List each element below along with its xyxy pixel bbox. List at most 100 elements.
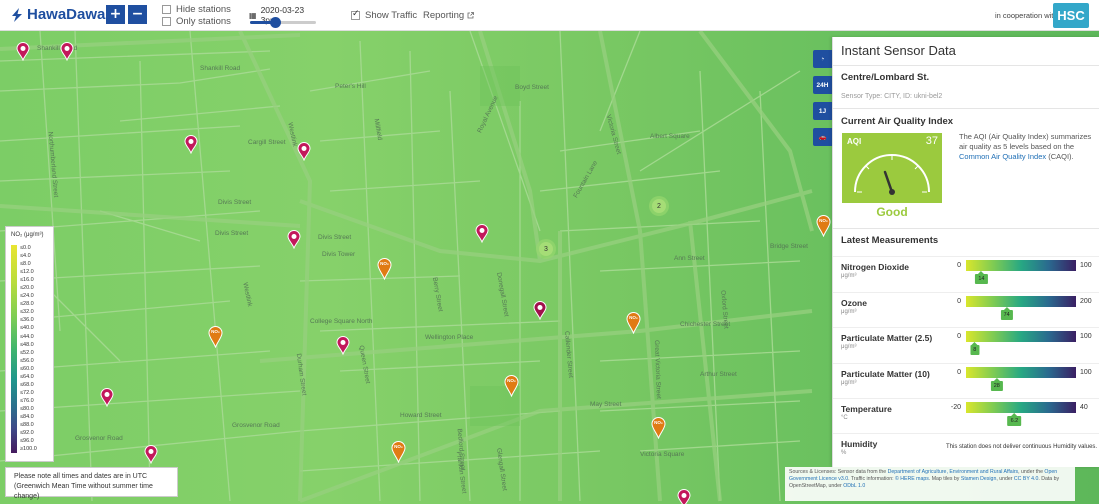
station-cluster[interactable]: 2 — [649, 196, 669, 216]
show-traffic-checkbox[interactable]: Show Traffic — [351, 9, 418, 21]
legend-item: ≤72.0 — [20, 389, 34, 396]
tab-traffic[interactable]: 🚗 — [813, 128, 832, 146]
reporting-link[interactable]: Reporting — [423, 10, 475, 21]
measurement-name: Particulate Matter (2.5) — [841, 333, 933, 343]
panel-title: Instant Sensor Data — [841, 43, 956, 58]
sources-text: , under — [996, 476, 1014, 482]
no2-sensor-marker[interactable]: NO₂ — [391, 441, 406, 463]
measurements-heading: Latest Measurements — [841, 235, 939, 246]
no2-sensor-marker[interactable]: NO₂ — [208, 326, 223, 348]
no2-badge-label: NO₂ — [629, 315, 638, 320]
station-pin[interactable] — [287, 230, 301, 249]
no2-sensor-marker[interactable]: NO₂ — [651, 417, 666, 439]
legend-item: ≤8.0 — [20, 261, 31, 268]
hide-stations-checkbox[interactable]: Hide stations — [162, 4, 231, 15]
measurement-unit: μg/m³ — [841, 273, 857, 279]
zoom-out-button[interactable]: − — [128, 5, 147, 24]
checkbox-icon — [162, 5, 171, 14]
measurement-unit: °C — [841, 415, 848, 421]
measurement-value-tag: 28 — [990, 378, 1003, 391]
no2-badge-label: NO₂ — [507, 378, 516, 383]
station-cluster[interactable]: 3 — [536, 239, 556, 259]
aqi-gauge-card: AQI 37 — [842, 133, 942, 203]
stamen-link[interactable]: Stamen Design — [961, 476, 996, 482]
scale-min: 0 — [957, 333, 961, 340]
station-filters: Hide stations Only stations — [162, 4, 231, 27]
station-pin[interactable] — [60, 42, 74, 61]
no2-badge-label: NO₂ — [380, 261, 389, 266]
station-pin[interactable] — [677, 489, 691, 504]
odbl-link[interactable]: ODbL 1.0 — [843, 483, 865, 489]
cluster-count: 2 — [652, 199, 666, 213]
sources-text: . Map tiles by — [928, 476, 961, 482]
legend-item: ≤48.0 — [20, 341, 34, 348]
daera-link[interactable]: Department of Agriculture, Environment a… — [888, 469, 1019, 475]
legend-item: ≤36.0 — [20, 317, 34, 324]
no2-sensor-marker[interactable]: NO₂ — [816, 215, 831, 237]
measurement-row-ozone: Ozone μg/m³ 0 200 74 — [833, 292, 1099, 328]
station-name: Centre/Lombard St. — [841, 72, 930, 83]
time-slider-handle[interactable] — [270, 17, 282, 28]
cc-by-link[interactable]: CC BY 4.0 — [1014, 476, 1038, 482]
station-pin[interactable] — [297, 142, 311, 161]
map-pin-icon — [287, 230, 301, 249]
legend-item: ≤44.0 — [20, 333, 34, 340]
no2-badge-label: NO₂ — [394, 444, 403, 449]
zoom-in-button[interactable]: + — [106, 5, 125, 24]
no2-sensor-marker[interactable]: NO₂ — [626, 312, 641, 334]
map-pin-icon — [16, 42, 30, 61]
legend-item: ≤88.0 — [20, 422, 34, 429]
station-pin[interactable] — [475, 224, 489, 243]
caqi-link[interactable]: Common Air Quality Index — [959, 152, 1046, 161]
date-time-control: ▦ 2020-03-23 3pm — [246, 2, 320, 28]
map-pin-icon — [533, 301, 547, 320]
station-pin[interactable] — [144, 445, 158, 464]
scale-max: 100 — [1080, 262, 1092, 269]
map-pin-icon — [144, 445, 158, 464]
only-stations-label: Only stations — [176, 16, 231, 27]
legend-item: ≤16.0 — [20, 277, 34, 284]
sources-text: Sources & Licenses: Sensor data from the — [789, 469, 888, 475]
aqi-desc-text: (CAQI). — [1046, 152, 1074, 161]
here-maps-link[interactable]: © HERE maps — [895, 476, 929, 482]
measurement-scale — [966, 402, 1076, 413]
measurement-scale — [966, 260, 1076, 271]
measurement-row-no2: Nitrogen Dioxide μg/m³ 0 100 14 — [833, 256, 1099, 292]
legend-item: ≤56.0 — [20, 357, 34, 364]
station-pin[interactable] — [184, 135, 198, 154]
station-pin[interactable] — [336, 336, 350, 355]
no2-sensor-marker[interactable]: NO₂ — [504, 375, 519, 397]
partner-logo: HSC — [1053, 3, 1089, 28]
map-pin-icon — [475, 224, 489, 243]
sensor-type: Sensor Type: CITY, ID: ukni-bel2 — [841, 93, 943, 100]
sources-text: , under the — [1018, 469, 1045, 475]
measurement-scale — [966, 331, 1076, 342]
station-pin[interactable] — [100, 388, 114, 407]
station-pin[interactable] — [16, 42, 30, 61]
measurement-row-temperature: Temperature °C -20 40 6.2 — [833, 398, 1099, 434]
tab-1-year[interactable]: 1J — [813, 102, 832, 120]
show-traffic-label: Show Traffic — [365, 10, 418, 21]
legend-item: ≤80.0 — [20, 405, 34, 412]
measurement-scale — [966, 367, 1076, 378]
map-pin-icon — [677, 489, 691, 504]
legend-item: ≤68.0 — [20, 381, 34, 388]
time-slider[interactable] — [250, 17, 316, 28]
app-logo[interactable]: HawaDawa — [10, 6, 105, 23]
legend-item: ≤64.0 — [20, 373, 34, 380]
measurement-unit: μg/m³ — [841, 380, 857, 386]
tab-24h[interactable]: 24H — [813, 76, 832, 94]
calendar-icon[interactable]: ▦ — [249, 11, 257, 20]
station-pin-selected[interactable] — [533, 301, 547, 320]
only-stations-checkbox[interactable]: Only stations — [162, 16, 231, 27]
gauge-icon — [854, 154, 930, 195]
legend-item: ≤76.0 — [20, 397, 34, 404]
hide-stations-label: Hide stations — [176, 4, 231, 15]
legend-item: ≤32.0 — [20, 309, 34, 316]
no2-sensor-marker[interactable]: NO₂ — [377, 258, 392, 280]
no2-legend: NO₂ (μg/m³) ≤0.0 ≤4.0 ≤8.0 ≤12.0 ≤16.0 ≤20.0 ≤… — [5, 226, 54, 462]
tab-instant[interactable]: ◔ — [813, 50, 832, 68]
aqi-heading: Current Air Quality Index — [841, 116, 954, 127]
aqi-status: Good — [876, 205, 908, 219]
legend-item: ≤28.0 — [20, 301, 34, 308]
